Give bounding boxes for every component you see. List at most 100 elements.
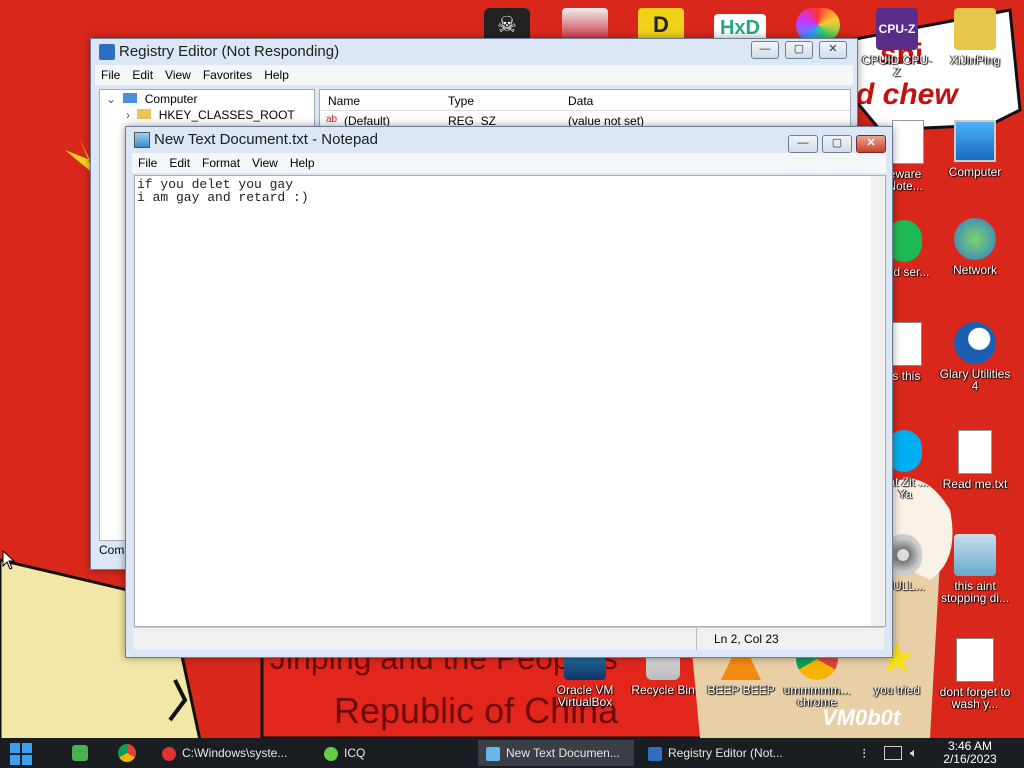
desktop-icon-label: Oracle VM VirtualBox (556, 683, 614, 709)
desktop-icon-label: dont forget to wash y... (939, 685, 1011, 711)
volume-icon[interactable]: 🔈︎ (910, 745, 918, 761)
taskbar-item-label: New Text Documen... (506, 746, 620, 760)
notepad-editor[interactable]: if you delet you gay i am gay and retard… (134, 175, 886, 627)
taskbar-item-notepad[interactable]: New Text Documen... (478, 740, 634, 766)
menu-help[interactable]: Help (258, 65, 295, 82)
desktop-icon-label: ummmmm... chrome (783, 683, 851, 709)
doc-icon (892, 322, 922, 366)
desktop-icon-label: this aint stopping di... (940, 579, 1010, 605)
menu-format[interactable]: Format (196, 153, 246, 170)
taskbar-item-label: Registry Editor (Not... (668, 746, 783, 760)
close-button[interactable]: ✕ (856, 135, 886, 153)
registry-title: Registry Editor (Not Responding) (119, 43, 340, 60)
editor-line-2: i am gay and retard :) (137, 190, 309, 205)
menu-favorites[interactable]: Favorites (197, 65, 258, 82)
desktop-icon-label: you tried (873, 683, 921, 697)
minimize-button[interactable]: — (751, 41, 779, 59)
computer-icon (954, 120, 996, 162)
values-header: Name Type Data (320, 90, 850, 111)
desktop-icon-network[interactable]: Network (938, 218, 1012, 276)
clock[interactable]: 3:46 AM 2/16/2023 (938, 740, 1002, 766)
colorful-app-icon[interactable] (796, 8, 840, 42)
skull-app-icon[interactable]: ☠ (484, 8, 530, 42)
status-divider (696, 628, 697, 650)
start-button[interactable] (10, 743, 32, 765)
taskbar-item-regedit[interactable]: Registry Editor (Not... (640, 740, 796, 766)
taskbar-item-label: ICQ (344, 746, 366, 760)
expand-chevron-icon[interactable]: ⌄ (106, 92, 116, 106)
menu-edit[interactable]: Edit (126, 65, 159, 82)
taskbar: C:\Windows\syste... ICQ New Text Documen… (0, 738, 1024, 768)
cpuz-icon: CPU-Z (876, 8, 918, 50)
maximize-button[interactable]: ▢ (785, 41, 813, 59)
column-name[interactable]: Name (328, 94, 360, 108)
network-tray-icon[interactable] (884, 746, 902, 760)
editor-text[interactable]: if you delet you gay i am gay and retard… (137, 178, 309, 204)
icq-icon (324, 746, 338, 761)
column-data[interactable]: Data (568, 94, 593, 108)
registry-titlebar[interactable]: Registry Editor (Not Responding) — ▢ ✕ (91, 39, 857, 65)
close-button[interactable]: ✕ (819, 41, 847, 59)
menu-view[interactable]: View (246, 153, 284, 170)
error-icon (162, 746, 176, 761)
cursor-position: Ln 2, Col 23 (714, 632, 779, 646)
wallpaper-text-top2: d chew (856, 78, 958, 111)
desktop-icon-glary[interactable]: Glary Utilities 4 (938, 322, 1012, 392)
desktop-icon-label: Network (952, 263, 997, 277)
vertical-scrollbar[interactable] (871, 176, 885, 626)
pinned-app-icon[interactable] (72, 745, 88, 761)
tree-item-label: HKEY_CLASSES_ROOT (158, 108, 295, 122)
network-icon (954, 218, 996, 260)
person-icon (954, 8, 996, 50)
registry-statusbar: Com (99, 543, 125, 557)
menu-help[interactable]: Help (284, 153, 321, 170)
desktop-icon-computer[interactable]: Computer (938, 120, 1012, 178)
maximize-button[interactable]: ▢ (822, 135, 852, 153)
menu-view[interactable]: View (159, 65, 197, 82)
minimize-button[interactable]: — (788, 135, 818, 153)
desktop-icon-label: BEEP BEEP (707, 683, 775, 697)
windows-logo-icon (10, 743, 32, 765)
chrome-icon[interactable] (118, 744, 136, 762)
notepad-titlebar[interactable]: New Text Document.txt - Notepad — ▢ ✕ (126, 127, 892, 153)
tree-item-hkcr[interactable]: › HKEY_CLASSES_ROOT (126, 108, 295, 122)
string-value-icon: ab (326, 114, 338, 125)
clock-date: 2/16/2023 (943, 752, 997, 766)
menu-file[interactable]: File (132, 153, 163, 170)
notepad-menubar: File Edit Format View Help (132, 153, 886, 173)
tree-root[interactable]: ⌄ Computer (106, 92, 197, 106)
regedit-icon (648, 746, 662, 761)
taskbar-item-cmd[interactable]: C:\Windows\syste... (154, 740, 304, 766)
notepad-window[interactable]: New Text Document.txt - Notepad — ▢ ✕ Fi… (125, 126, 893, 658)
dc-app-icon[interactable]: D (638, 8, 684, 42)
calendar-icon (956, 638, 994, 682)
desktop-icon-readme[interactable]: Read me.txt (938, 430, 1012, 490)
folder-icon (137, 109, 152, 119)
desktop-icon-calendar[interactable]: dont forget to wash y... (938, 638, 1012, 710)
desktop-icon-label: Read me.txt (942, 477, 1008, 491)
desktop-icon-label: Recycle Bin (631, 683, 695, 697)
menu-edit[interactable]: Edit (163, 153, 196, 170)
desktop-icon-label: CPUID CPU-Z (861, 53, 932, 79)
registry-menubar: File Edit View Favorites Help (95, 65, 853, 85)
text-file-icon (958, 430, 992, 474)
tree-root-label: Computer (144, 92, 198, 106)
glary-icon (954, 322, 996, 364)
taskbar-item-icq[interactable]: ICQ (316, 740, 466, 766)
desktop-icon-label: Computer (948, 165, 1002, 179)
notepad-title: New Text Document.txt - Notepad (154, 131, 378, 148)
column-type[interactable]: Type (448, 94, 474, 108)
menu-file[interactable]: File (95, 65, 126, 82)
desktop-icon-label: Glary Utilities 4 (939, 367, 1011, 393)
desktop-icon-xijinping[interactable]: XiJinPing (938, 8, 1012, 66)
book-app-icon[interactable] (562, 8, 608, 42)
desktop-icon-label: XiJinPing (949, 53, 1001, 67)
desktop-icon-remote[interactable]: this aint stopping di... (938, 534, 1012, 604)
notepad-icon (486, 746, 500, 761)
desktop-icon-cpuz[interactable]: CPU-Z CPUID CPU-Z (860, 8, 934, 78)
notepad-statusbar: Ln 2, Col 23 (134, 627, 884, 650)
notepad-icon (134, 132, 150, 148)
chevron-right-icon[interactable]: › (126, 108, 130, 122)
notification-icon[interactable]: ⁝ (862, 745, 866, 762)
regedit-icon (99, 44, 115, 60)
